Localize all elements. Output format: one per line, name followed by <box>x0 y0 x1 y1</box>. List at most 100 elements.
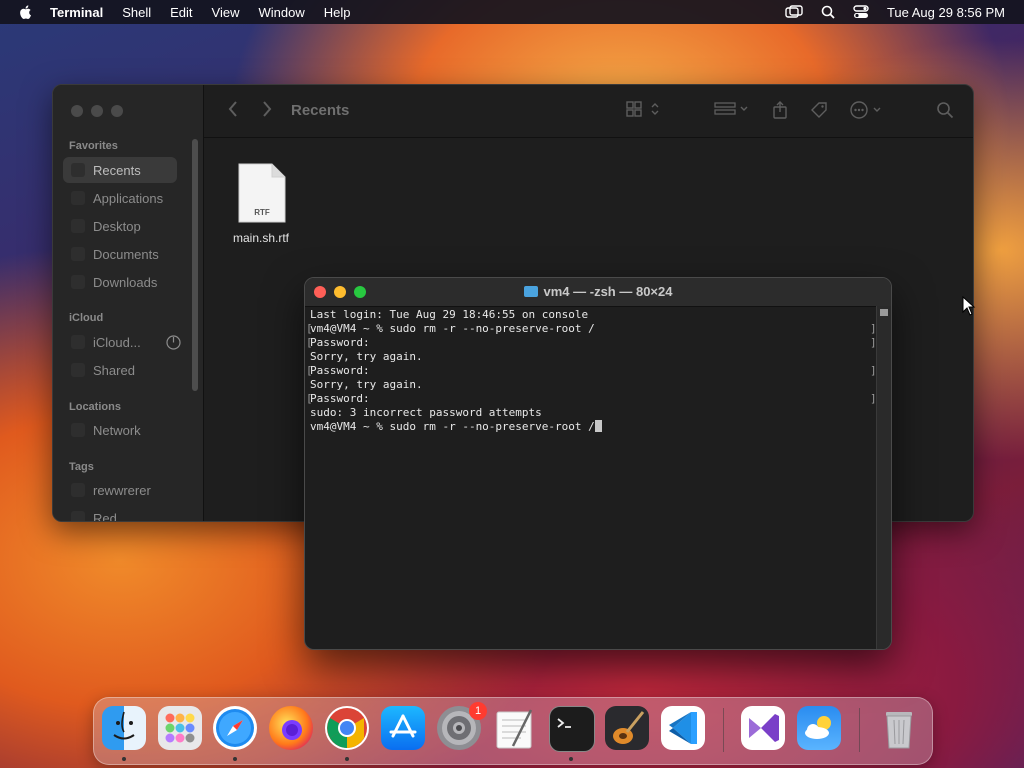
menu-view[interactable]: View <box>212 5 240 20</box>
menu-extras: Tue Aug 29 8:56 PM <box>785 0 1024 24</box>
sidebar-item-label: Desktop <box>93 218 141 234</box>
terminal-titlebar[interactable]: vm4 — -zsh — 80×24 <box>305 278 891 307</box>
terminal-line: vm4@VM4 ~ % sudo rm -r --no-preserve-roo… <box>310 322 595 335</box>
icloud-icon <box>71 335 85 349</box>
dock-finder-icon[interactable] <box>102 706 146 750</box>
dock-chrome-icon[interactable] <box>325 706 369 750</box>
sidebar-item-downloads[interactable]: Downloads <box>63 269 177 295</box>
dock-terminal-icon[interactable] <box>549 706 595 752</box>
control-center-icon[interactable] <box>853 5 869 19</box>
sidebar-item-icloud-drive[interactable]: iCloud... <box>63 329 181 355</box>
terminal-line: sudo: 3 incorrect password attempts <box>310 406 542 419</box>
minimize-button[interactable] <box>91 105 103 117</box>
spotlight-search-icon[interactable] <box>821 5 835 19</box>
terminal-line: Password: <box>310 392 370 405</box>
running-indicator <box>122 757 126 761</box>
zoom-button[interactable] <box>111 105 123 117</box>
dock-vscode-icon[interactable] <box>661 706 705 750</box>
file-name: main.sh.rtf <box>232 231 289 245</box>
sidebar-scrollbar[interactable] <box>192 139 198 391</box>
sidebar-item-label: Shared <box>93 362 135 378</box>
desktop-icon <box>71 219 85 233</box>
sidebar-item-label: Network <box>93 422 141 438</box>
window-icon[interactable] <box>785 5 803 19</box>
folder-icon <box>523 286 538 297</box>
tag-icon <box>71 511 85 521</box>
forward-chevron-icon[interactable] <box>262 101 272 122</box>
notification-badge: 1 <box>469 702 487 720</box>
terminal-scrollbar[interactable] <box>876 306 891 649</box>
menu-bar: Terminal Shell Edit View Window Help Tue… <box>0 0 1024 24</box>
more-actions-icon[interactable] <box>850 101 886 124</box>
terminal-line: Sorry, try again. <box>310 378 423 391</box>
sidebar-header-locations: Locations <box>69 401 121 413</box>
dock-weather-icon[interactable] <box>797 706 841 750</box>
terminal-line: Password: <box>310 364 370 377</box>
mark-bracket: [ <box>306 392 313 405</box>
mark-bracket: [ <box>306 322 313 335</box>
sidebar-item-label: rewwrerer <box>93 482 151 498</box>
sidebar-header-tags: Tags <box>69 461 94 473</box>
terminal-prompt-line: vm4@VM4 ~ % sudo rm -r --no-preserve-roo… <box>310 420 870 434</box>
dock-visual-studio-icon[interactable] <box>741 706 785 750</box>
close-button[interactable] <box>71 105 83 117</box>
sidebar-item-tag-rewwrerer[interactable]: rewwrerer <box>63 477 177 503</box>
finder-window-title: Recents <box>291 102 350 119</box>
sidebar-item-tag-red[interactable]: Red <box>63 505 177 522</box>
downloads-icon <box>71 275 85 289</box>
group-by-icon[interactable] <box>714 101 750 122</box>
terminal-line: Password: <box>310 336 370 349</box>
sidebar-item-recents[interactable]: Recents <box>63 157 177 183</box>
terminal-title: vm4 — -zsh — 80×24 <box>305 284 891 299</box>
sidebar-item-applications[interactable]: Applications <box>63 185 177 211</box>
dock-separator <box>723 708 724 752</box>
menu-clock[interactable]: Tue Aug 29 8:56 PM <box>887 5 1005 20</box>
dock-launchpad-icon[interactable] <box>158 706 202 750</box>
terminal-output[interactable]: Last login: Tue Aug 29 18:46:55 on conso… <box>310 308 870 434</box>
share-icon[interactable] <box>772 101 788 124</box>
menu-app-name[interactable]: Terminal <box>50 5 103 20</box>
menu-shell[interactable]: Shell <box>122 5 151 20</box>
terminal-line: Last login: Tue Aug 29 18:46:55 on conso… <box>310 308 589 321</box>
file-item[interactable]: RTF main.sh.rtf <box>229 163 293 245</box>
tag-icon <box>71 483 85 497</box>
mark-bracket: [ <box>306 364 313 377</box>
sidebar-item-documents[interactable]: Documents <box>63 241 177 267</box>
terminal-title-text: vm4 — -zsh — 80×24 <box>543 284 673 299</box>
sidebar-item-label: Recents <box>93 162 141 178</box>
running-indicator <box>569 757 573 761</box>
dock-firefox-icon[interactable] <box>269 706 313 750</box>
finder-window-controls <box>71 105 123 117</box>
sidebar-header-icloud: iCloud <box>69 312 104 324</box>
back-chevron-icon[interactable] <box>228 101 238 122</box>
dock-trash-icon[interactable] <box>877 706 921 750</box>
sidebar-item-shared[interactable]: Shared <box>63 357 177 383</box>
sidebar-header-favorites: Favorites <box>69 140 118 152</box>
scroll-marker-icon <box>880 309 888 316</box>
menu-window[interactable]: Window <box>259 5 305 20</box>
search-icon[interactable] <box>936 101 954 124</box>
shared-folder-icon <box>71 363 85 377</box>
sidebar-item-label: Documents <box>93 246 159 262</box>
sidebar-item-label: Downloads <box>93 274 158 290</box>
applications-icon <box>71 191 85 205</box>
dock-separator <box>859 708 860 752</box>
finder-sidebar: Favorites Recents Applications Desktop D… <box>53 85 204 521</box>
dock-garageband-icon[interactable] <box>605 706 649 750</box>
sidebar-item-network[interactable]: Network <box>63 417 177 443</box>
sidebar-item-label: iCloud... <box>93 334 141 350</box>
dock-app-store-icon[interactable] <box>381 706 425 750</box>
terminal-current-command: vm4@VM4 ~ % sudo rm -r --no-preserve-roo… <box>310 420 595 433</box>
menu-help[interactable]: Help <box>324 5 351 20</box>
icon-view-icon[interactable] <box>626 101 662 122</box>
tag-icon[interactable] <box>810 101 828 124</box>
menu-edit[interactable]: Edit <box>170 5 192 20</box>
sidebar-item-label: Red <box>93 510 117 522</box>
document-icon <box>71 247 85 261</box>
dock-safari-icon[interactable] <box>213 706 257 750</box>
mouse-pointer-icon <box>962 296 976 316</box>
sidebar-item-desktop[interactable]: Desktop <box>63 213 177 239</box>
running-indicator <box>233 757 237 761</box>
dock-textedit-icon[interactable] <box>493 706 537 750</box>
apple-logo-icon[interactable] <box>18 4 34 20</box>
